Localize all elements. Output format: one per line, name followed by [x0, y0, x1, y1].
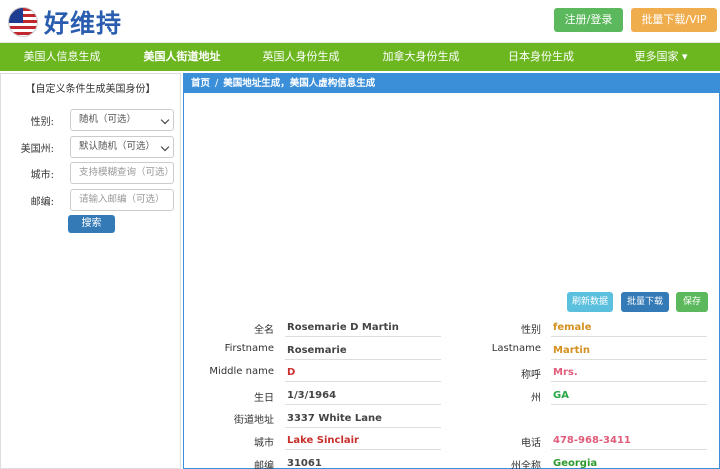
middlename-label: Middle name	[209, 366, 274, 377]
firstname-value: Rosemarie	[285, 343, 441, 360]
login-button[interactable]: 注册/登录	[554, 8, 623, 32]
us-flag-icon	[8, 7, 38, 37]
fullname-value: Rosemarie D Martin	[285, 320, 441, 337]
state-row: 美国州: 默认随机（可选）	[1, 136, 180, 158]
birthday-label: 生日	[254, 393, 274, 404]
gender-select[interactable]: 随机（可选）	[70, 109, 174, 131]
filter-sidebar: 【自定义条件生成美国身份】 性别: 随机（可选） 美国州: 默认随机（可选） 城…	[0, 73, 181, 469]
state-full-label: 州全称	[511, 461, 541, 469]
chevron-down-icon	[160, 142, 170, 152]
zip-field-label: 邮编	[254, 461, 274, 469]
logo-text: 好维持	[44, 9, 123, 38]
state-value: GA	[551, 388, 707, 405]
city-value: Lake Sinclair	[285, 433, 441, 450]
batch-download-button[interactable]: 批量下载	[621, 292, 669, 312]
fullname-label: 全名	[254, 325, 274, 336]
gender-select-value: 随机（可选）	[79, 114, 137, 125]
title-value: Mrs.	[551, 365, 707, 382]
nav-item-uk-identity[interactable]: 英国人身份生成	[240, 43, 362, 71]
birthday-value: 1/3/1964	[285, 388, 441, 405]
site-logo[interactable]: 好维持	[8, 4, 122, 40]
gender-label: 性别:	[30, 117, 54, 128]
gender-value: female	[551, 320, 707, 337]
firstname-label: Firstname	[224, 343, 274, 354]
breadcrumb-current: 美国地址生成，美国人虚构信息生成	[223, 78, 376, 89]
search-button[interactable]: 搜索	[68, 215, 115, 233]
city-input[interactable]: 支持模糊查询（可选）	[70, 162, 174, 184]
street-value: 3337 White Lane	[285, 411, 441, 428]
title-label: 称呼	[521, 370, 541, 381]
nav-item-more-countries[interactable]: 更多国家 ▾	[602, 43, 720, 71]
lastname-value: Martin	[551, 343, 707, 360]
state-full-value: Georgia	[551, 456, 707, 469]
city-field-label: 城市	[254, 438, 274, 449]
street-label: 街道地址	[234, 415, 274, 426]
zip-value: 31061	[285, 456, 441, 469]
city-label: 城市:	[30, 170, 54, 181]
main-nav: 美国人信息生成 美国人街道地址 英国人身份生成 加拿大身份生成 日本身份生成 更…	[0, 43, 720, 71]
middlename-value: D	[285, 365, 441, 382]
gender-field-label: 性别	[521, 325, 541, 336]
breadcrumb-separator: /	[215, 78, 219, 89]
main-panel: 首页 / 美国地址生成，美国人虚构信息生成 刷新数据 批量下载 保存 全名 Rose…	[183, 73, 720, 469]
lastname-label: Lastname	[491, 343, 541, 354]
zip-label: 邮编:	[30, 197, 54, 208]
refresh-button[interactable]: 刷新数据	[567, 292, 613, 312]
zip-row: 邮编: 请输入邮编（可选）	[1, 189, 180, 211]
save-button[interactable]: 保存	[676, 292, 708, 312]
nav-item-canada-identity[interactable]: 加拿大身份生成	[362, 43, 480, 71]
vip-download-button[interactable]: 批量下载/VIP	[631, 8, 717, 32]
zip-input[interactable]: 请输入邮编（可选）	[70, 189, 174, 211]
breadcrumb: 首页 / 美国地址生成，美国人虚构信息生成	[184, 74, 719, 93]
state-select[interactable]: 默认随机（可选）	[70, 136, 174, 158]
nav-item-japan-identity[interactable]: 日本身份生成	[480, 43, 602, 71]
nav-item-us-address[interactable]: 美国人街道地址	[124, 43, 240, 71]
chevron-down-icon	[160, 115, 170, 125]
city-row: 城市: 支持模糊查询（可选）	[1, 162, 180, 184]
sidebar-title: 【自定义条件生成美国身份】	[25, 84, 156, 95]
phone-label: 电话	[521, 438, 541, 449]
nav-item-us-info[interactable]: 美国人信息生成	[0, 43, 124, 71]
state-label: 美国州:	[20, 144, 54, 155]
site-header: 好维持 注册/登录 批量下载/VIP	[0, 0, 720, 43]
breadcrumb-home[interactable]: 首页	[191, 78, 210, 89]
state-select-value: 默认随机（可选）	[79, 141, 156, 152]
phone-value: 478-968-3411	[551, 433, 707, 450]
gender-row: 性别: 随机（可选）	[1, 109, 180, 131]
state-field-label: 州	[531, 393, 541, 404]
